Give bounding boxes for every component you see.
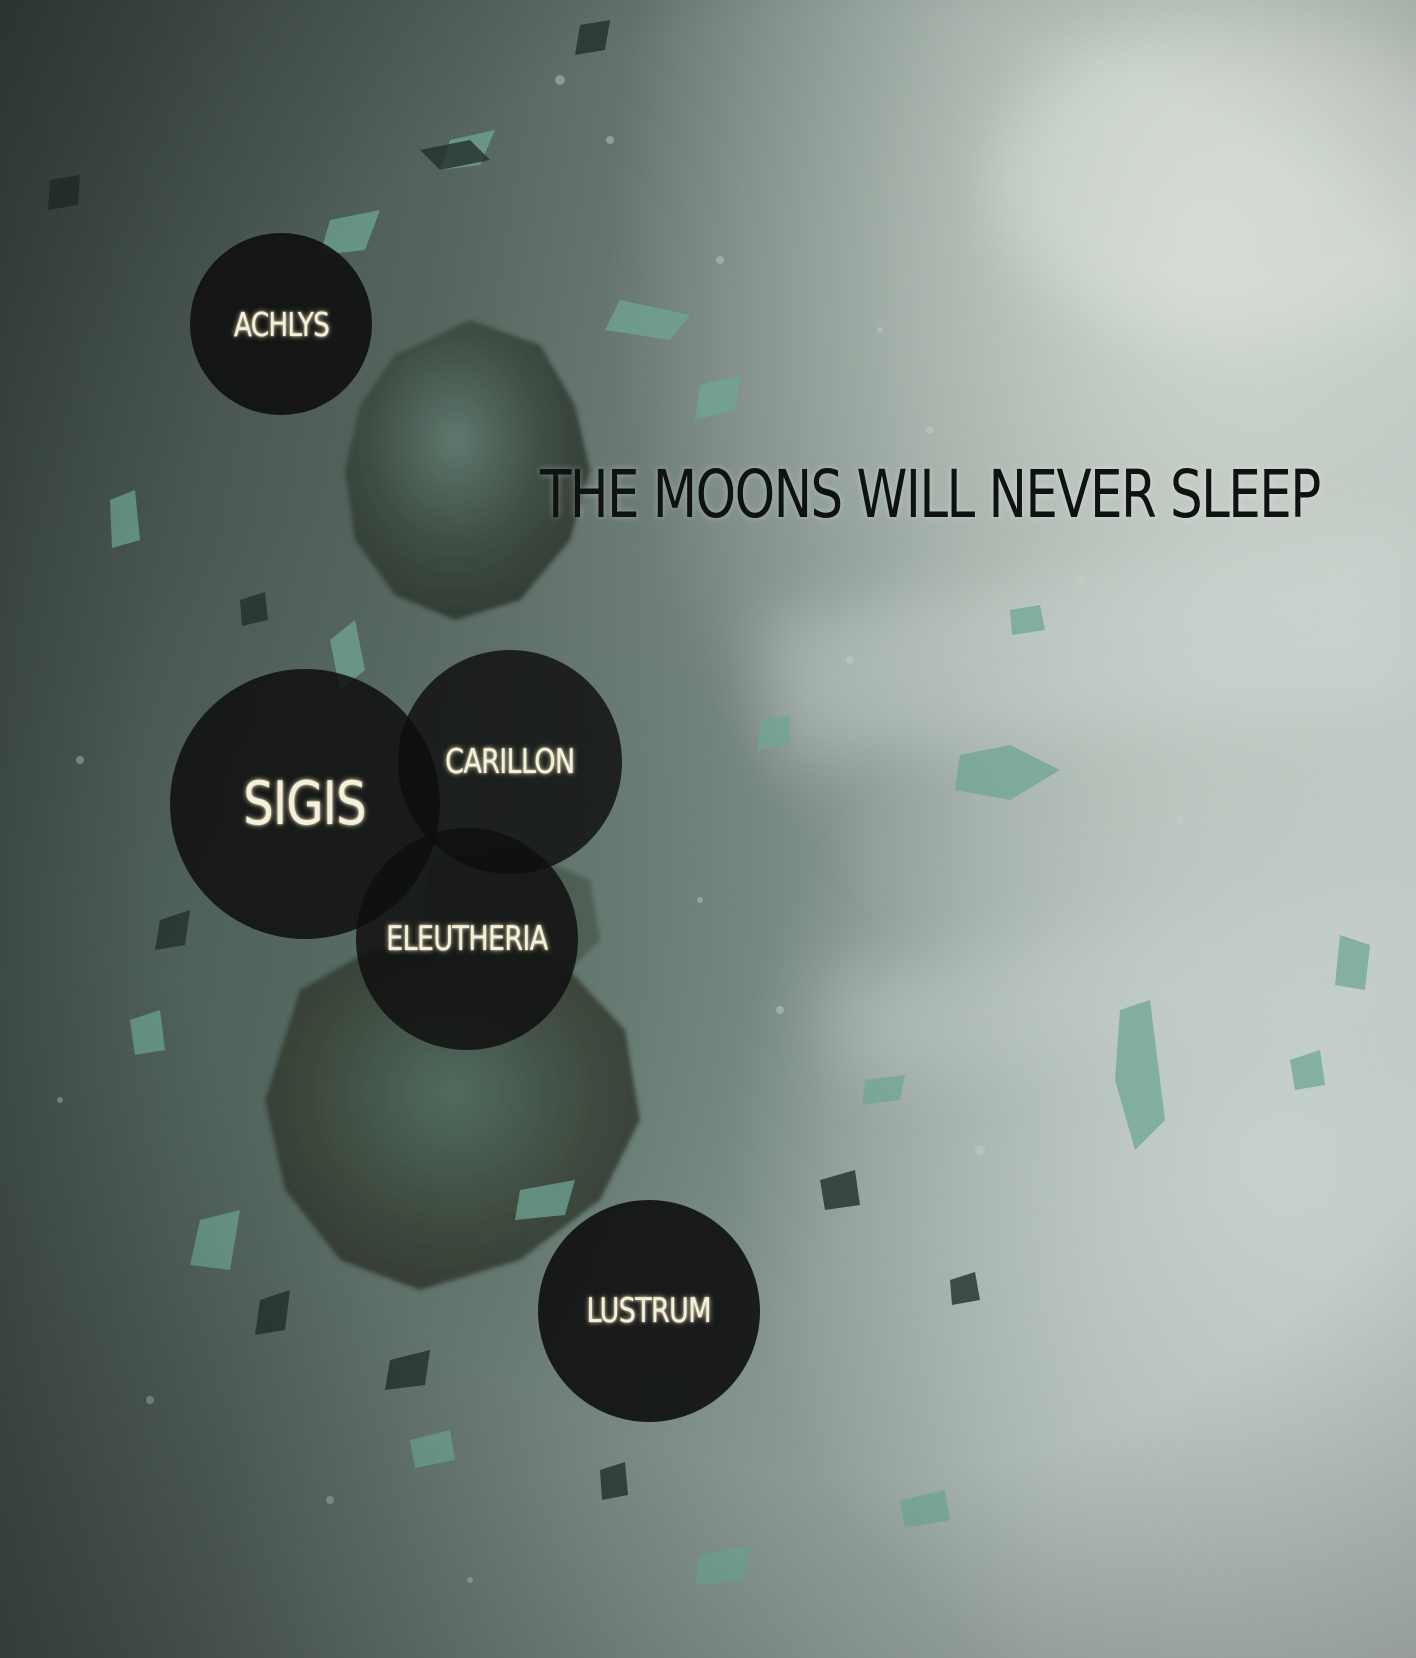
moon-label: CARILLON bbox=[445, 742, 575, 782]
moon-eleutheria-button[interactable]: ELEUTHERIA bbox=[356, 828, 578, 1050]
moon-lustrum-button[interactable]: LUSTRUM bbox=[538, 1200, 760, 1422]
moon-label: ELEUTHERIA bbox=[386, 919, 548, 959]
moon-label: SIGIS bbox=[243, 769, 367, 839]
moon-label: LUSTRUM bbox=[586, 1291, 712, 1331]
page-title: THE MOONS WILL NEVER SLEEP bbox=[540, 456, 1321, 533]
moon-label: ACHLYS bbox=[233, 304, 329, 344]
moon-achlys-button[interactable]: ACHLYS bbox=[190, 233, 372, 415]
